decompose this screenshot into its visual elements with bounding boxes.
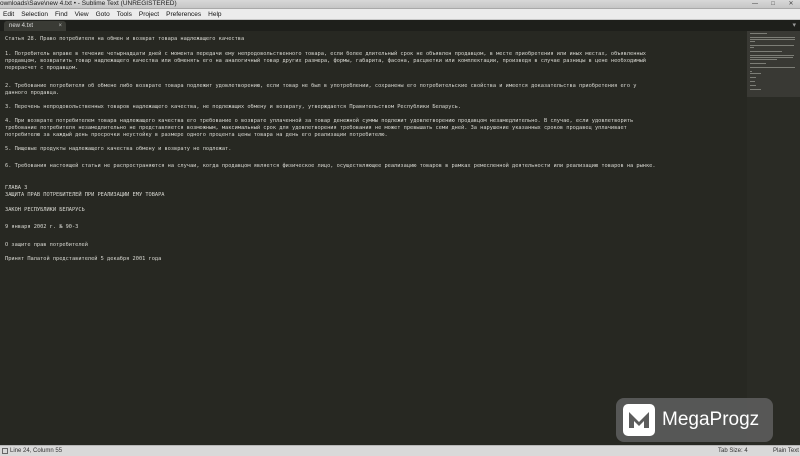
menu-edit[interactable]: Edit — [0, 9, 18, 19]
menu-find[interactable]: Find — [52, 9, 72, 19]
minimap-line — [750, 57, 793, 58]
minimap-line — [750, 63, 766, 64]
menu-selection[interactable]: Selection — [18, 9, 52, 19]
watermark-text: MegaProgz — [662, 409, 760, 430]
window-title: ownloads\Save\new 4.txt • - Sublime Text… — [0, 0, 177, 7]
editor-text-area[interactable]: Статья 28. Право потребителя на обмен и … — [0, 31, 747, 445]
minimap[interactable] — [747, 31, 800, 445]
minimap-line — [750, 67, 795, 68]
tab-bar: new 4.txt × ▾ — [0, 20, 800, 31]
megaprogz-logo-icon — [623, 404, 655, 436]
minimap-line — [750, 89, 761, 90]
minimap-line — [750, 51, 782, 52]
syntax-selector[interactable]: Plain Text — [773, 446, 799, 456]
minimap-line — [750, 73, 761, 74]
tab-new-4-txt[interactable]: new 4.txt × — [4, 21, 66, 31]
watermark: MegaProgz — [616, 398, 773, 442]
minimap-line — [750, 71, 752, 72]
editor-line: 3. Перечень непродовольственных товаров … — [5, 104, 462, 110]
editor-line: данного продавца. — [5, 90, 60, 96]
editor-line: ЗАКОН РЕСПУБЛИКИ БЕЛАРУСЬ — [5, 207, 85, 213]
editor-line: 1. Потребитель вправе в течение четырнад… — [5, 51, 646, 57]
minimap-line — [750, 37, 795, 38]
menu-goto[interactable]: Goto — [93, 9, 114, 19]
panel-toggle-icon[interactable] — [2, 448, 8, 454]
editor-line: О защите прав потребителей — [5, 242, 88, 248]
menu-preferences[interactable]: Preferences — [163, 9, 205, 19]
editor-line: ЗАЩИТА ПРАВ ПОТРЕБИТЕЛЕЙ ПРИ РЕАЛИЗАЦИИ … — [5, 192, 165, 198]
minimap-line — [750, 81, 755, 82]
minimap-line — [750, 55, 794, 56]
minimap-line — [750, 33, 767, 34]
maximize-button[interactable]: □ — [764, 0, 782, 9]
menu-help[interactable]: Help — [205, 9, 225, 19]
editor-line: 9 января 2002 г. № 90-З — [5, 224, 79, 230]
minimap-line — [750, 85, 756, 86]
editor-line: 6. Требования настоящей статьи не распро… — [5, 163, 656, 169]
minimap-line — [750, 59, 777, 60]
minimap-line — [750, 41, 755, 42]
editor-line: Статья 28. Право потребителя на обмен и … — [5, 36, 245, 42]
editor-line: требование потребителя незамедлительно н… — [5, 125, 627, 131]
editor-line: Принят Палатой представителей 5 декабря … — [5, 256, 162, 262]
minimap-line — [750, 77, 756, 78]
menu-view[interactable]: View — [72, 9, 93, 19]
status-bar: Line 24, Column 55 Tab Size: 4 Plain Tex… — [0, 445, 800, 456]
editor-line: ГЛАВА 3 — [5, 185, 28, 191]
window-controls: — □ ✕ — [746, 0, 800, 9]
minimap-line — [750, 39, 795, 40]
close-window-button[interactable]: ✕ — [782, 0, 800, 9]
minimize-button[interactable]: — — [746, 0, 764, 9]
minimap-line — [750, 47, 754, 48]
menu-project[interactable]: Project — [136, 9, 163, 19]
editor-line: потребителю за каждый день просрочки неу… — [5, 132, 388, 138]
tab-close-icon[interactable]: × — [58, 21, 62, 31]
tab-dropdown-icon[interactable]: ▾ — [792, 20, 796, 31]
menu-bar: Edit Selection Find View Goto Tools Proj… — [0, 9, 800, 20]
minimap-line — [750, 45, 794, 46]
tab-size-selector[interactable]: Tab Size: 4 — [718, 446, 748, 456]
editor-line: 5. Пищевые продукты надлежащего качества… — [5, 146, 232, 152]
tab-label: new 4.txt — [9, 23, 34, 29]
editor-line: перерасчет с продавцом. — [5, 65, 79, 71]
editor-line: продавцом, возвратить товар надлежащего … — [5, 58, 646, 64]
editor-line: 2. Требование потребителя об обмене либо… — [5, 83, 637, 89]
title-bar: ownloads\Save\new 4.txt • - Sublime Text… — [0, 0, 800, 9]
cursor-position: Line 24, Column 55 — [10, 448, 63, 454]
editor-line: 4. При возврате потребителем товара надл… — [5, 118, 634, 124]
menu-tools[interactable]: Tools — [114, 9, 136, 19]
